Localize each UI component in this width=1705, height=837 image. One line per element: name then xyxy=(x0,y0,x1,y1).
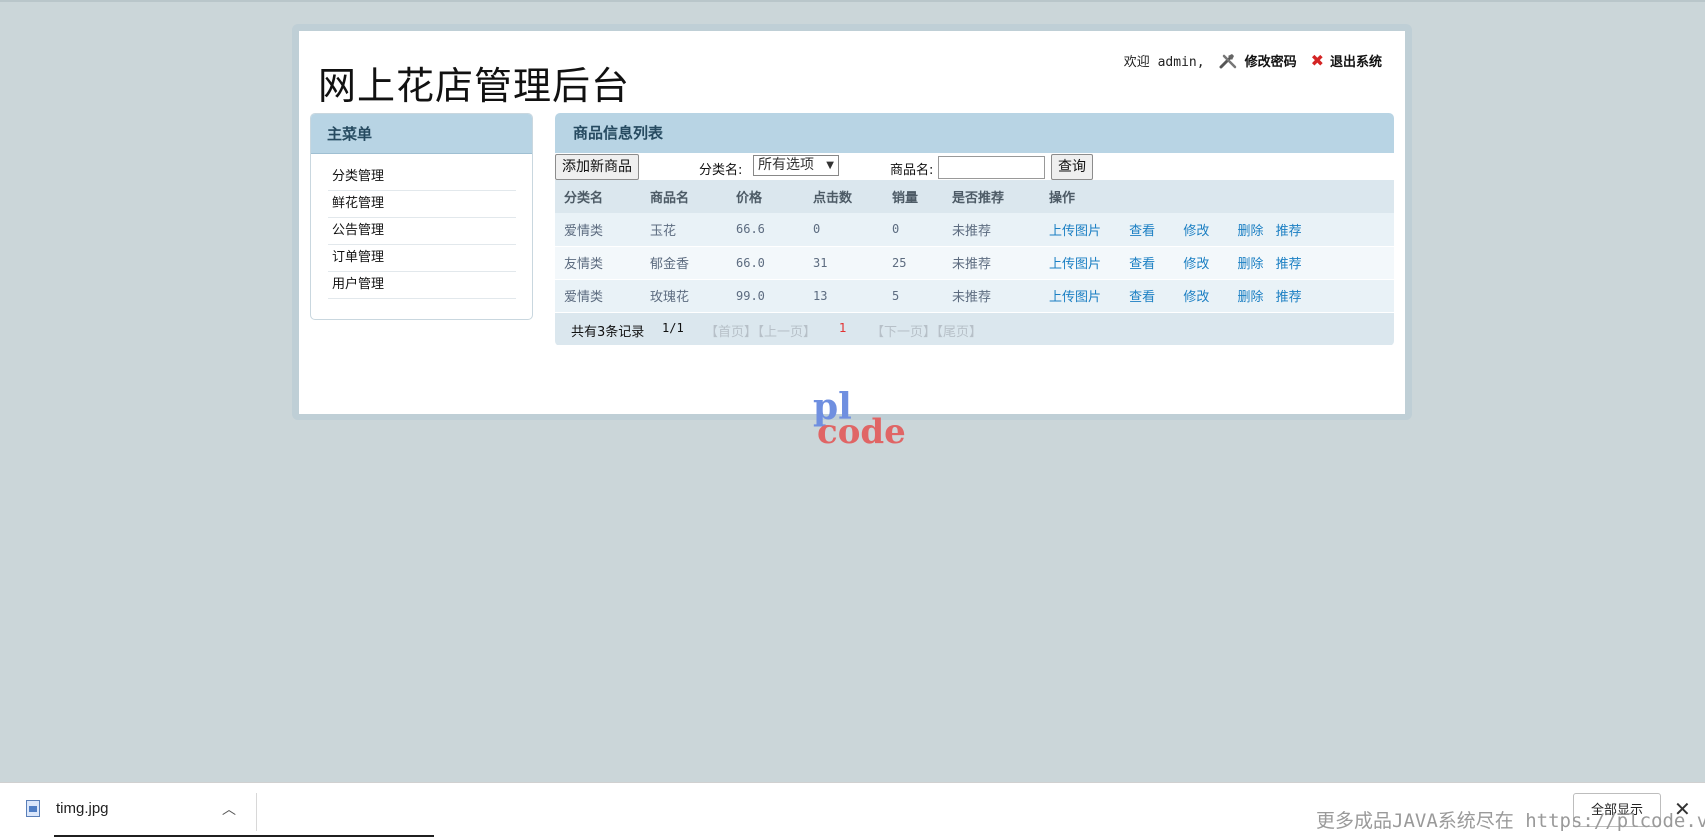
welcome-text: 欢迎 admin, xyxy=(1123,55,1205,70)
upload-image-link[interactable]: 上传图片 xyxy=(1049,290,1101,305)
chevron-up-icon[interactable]: ︿ xyxy=(222,799,236,819)
cell-name: 郁金香 xyxy=(641,246,727,280)
sidebar-item-flowers[interactable]: 鲜花管理 xyxy=(328,191,516,218)
page-indicator: 1/1 xyxy=(662,320,684,335)
sidebar-item-notices[interactable]: 公告管理 xyxy=(328,218,516,245)
edit-link[interactable]: 修改 xyxy=(1183,257,1209,272)
edit-link[interactable]: 修改 xyxy=(1183,224,1209,239)
sidebar-title: 主菜单 xyxy=(311,114,532,154)
next-page-link[interactable]: 【下一页】 xyxy=(871,321,936,340)
cell-clicks: 0 xyxy=(804,213,883,247)
cell-price: 66.0 xyxy=(727,246,804,280)
col-clicks: 点击数 xyxy=(804,180,883,213)
plcode-logo: pl code xyxy=(812,386,912,452)
pagination-bar: 共有3条记录 1/1 【首页】 【上一页】 1 【下一页】 【尾页】 xyxy=(555,312,1394,345)
table-row: 爱情类 玉花 66.6 0 0 未推荐 上传图片 查看 修改 删除 推荐 xyxy=(555,213,1394,247)
cell-category: 爱情类 xyxy=(555,279,641,313)
cell-sales: 25 xyxy=(883,246,943,280)
current-page-number[interactable]: 1 xyxy=(839,321,847,335)
user-welcome: 欢迎 admin, 修改密码 ✖ 退出系统 xyxy=(1124,51,1382,70)
cell-clicks: 13 xyxy=(804,279,883,313)
recommend-link[interactable]: 推荐 xyxy=(1276,224,1302,239)
admin-panel: 网上花店管理后台 欢迎 admin, 修改密码 ✖ 退出系统 主菜单 分类管理 … xyxy=(299,31,1405,414)
upload-image-link[interactable]: 上传图片 xyxy=(1049,257,1101,272)
cell-actions: 上传图片 查看 修改 删除 推荐 xyxy=(1040,279,1394,313)
cell-actions: 上传图片 查看 修改 删除 推荐 xyxy=(1040,246,1394,280)
page-top-edge xyxy=(0,0,1705,2)
download-item[interactable]: timg.jpg xyxy=(26,800,109,817)
site-title: 网上花店管理后台 xyxy=(318,64,631,108)
col-price: 价格 xyxy=(727,180,804,213)
cell-recommend: 未推荐 xyxy=(943,246,1040,280)
col-sales: 销量 xyxy=(883,180,943,213)
main-content: 商品信息列表 添加新商品 分类名: 所有选项 ▼ 商品名: 查询 分类名 商品名… xyxy=(555,113,1394,346)
change-password-link[interactable]: 修改密码 xyxy=(1245,51,1297,70)
prev-page-link[interactable]: 【上一页】 xyxy=(751,321,816,340)
download-file-name: timg.jpg xyxy=(56,800,109,817)
delete-link[interactable]: 删除 xyxy=(1237,257,1263,272)
download-separator xyxy=(256,793,257,831)
dropdown-arrow-icon: ▼ xyxy=(826,160,834,171)
cell-category: 友情类 xyxy=(555,246,641,280)
cell-name: 玫瑰花 xyxy=(641,279,727,313)
cell-sales: 5 xyxy=(883,279,943,313)
sidebar-item-users[interactable]: 用户管理 xyxy=(328,272,516,299)
table-row: 友情类 郁金香 66.0 31 25 未推荐 上传图片 查看 修改 删除 推荐 xyxy=(555,246,1394,280)
category-select[interactable]: 所有选项 ▼ xyxy=(753,155,839,176)
col-name: 商品名 xyxy=(641,180,727,213)
cell-recommend: 未推荐 xyxy=(943,279,1040,313)
cell-clicks: 31 xyxy=(804,246,883,280)
view-link[interactable]: 查看 xyxy=(1129,290,1155,305)
query-button[interactable]: 查询 xyxy=(1051,154,1093,180)
cell-category: 爱情类 xyxy=(555,213,641,247)
cell-actions: 上传图片 查看 修改 删除 推荐 xyxy=(1040,213,1394,247)
product-table: 分类名 商品名 价格 点击数 销量 是否推荐 操作 爱情类 玉花 66.6 0 … xyxy=(555,180,1394,313)
table-row: 爱情类 玫瑰花 99.0 13 5 未推荐 上传图片 查看 修改 删除 推荐 xyxy=(555,279,1394,313)
site-watermark-text: 更多成品JAVA系统尽在 https://plcode.vip xyxy=(1316,810,1705,832)
col-actions: 操作 xyxy=(1040,180,1394,213)
product-name-label: 商品名: xyxy=(890,163,934,178)
product-name-input[interactable] xyxy=(938,156,1045,179)
col-category: 分类名 xyxy=(555,180,641,213)
delete-link[interactable]: 删除 xyxy=(1237,224,1263,239)
sidebar-item-category[interactable]: 分类管理 xyxy=(328,164,516,191)
add-product-button[interactable]: 添加新商品 xyxy=(555,154,639,180)
tools-icon[interactable] xyxy=(1219,53,1239,69)
cell-price: 66.6 xyxy=(727,213,804,247)
sidebar-menu: 分类管理 鲜花管理 公告管理 订单管理 用户管理 xyxy=(311,154,532,299)
cell-name: 玉花 xyxy=(641,213,727,247)
total-records: 共有3条记录 xyxy=(571,324,645,340)
category-select-value: 所有选项 xyxy=(758,157,814,173)
upload-image-link[interactable]: 上传图片 xyxy=(1049,224,1101,239)
last-page-link[interactable]: 【尾页】 xyxy=(930,321,982,340)
toolbar: 添加新商品 分类名: 所有选项 ▼ 商品名: 查询 xyxy=(555,153,1394,180)
delete-link[interactable]: 删除 xyxy=(1237,290,1263,305)
file-image-icon xyxy=(26,800,40,817)
cell-sales: 0 xyxy=(883,213,943,247)
recommend-link[interactable]: 推荐 xyxy=(1276,257,1302,272)
edit-link[interactable]: 修改 xyxy=(1183,290,1209,305)
logout-link[interactable]: 退出系统 xyxy=(1330,51,1382,70)
col-recommend: 是否推荐 xyxy=(943,180,1040,213)
category-label: 分类名: xyxy=(699,163,743,178)
first-page-link[interactable]: 【首页】 xyxy=(705,321,757,340)
view-link[interactable]: 查看 xyxy=(1129,257,1155,272)
cell-price: 99.0 xyxy=(727,279,804,313)
view-link[interactable]: 查看 xyxy=(1129,224,1155,239)
table-header-row: 分类名 商品名 价格 点击数 销量 是否推荐 操作 xyxy=(555,180,1394,213)
main-title: 商品信息列表 xyxy=(555,113,1394,153)
cell-recommend: 未推荐 xyxy=(943,213,1040,247)
logo-code: code xyxy=(817,412,906,452)
recommend-link[interactable]: 推荐 xyxy=(1276,290,1302,305)
close-x-icon[interactable]: ✖ xyxy=(1311,51,1324,70)
sidebar: 主菜单 分类管理 鲜花管理 公告管理 订单管理 用户管理 xyxy=(310,113,533,320)
sidebar-item-orders[interactable]: 订单管理 xyxy=(328,245,516,272)
